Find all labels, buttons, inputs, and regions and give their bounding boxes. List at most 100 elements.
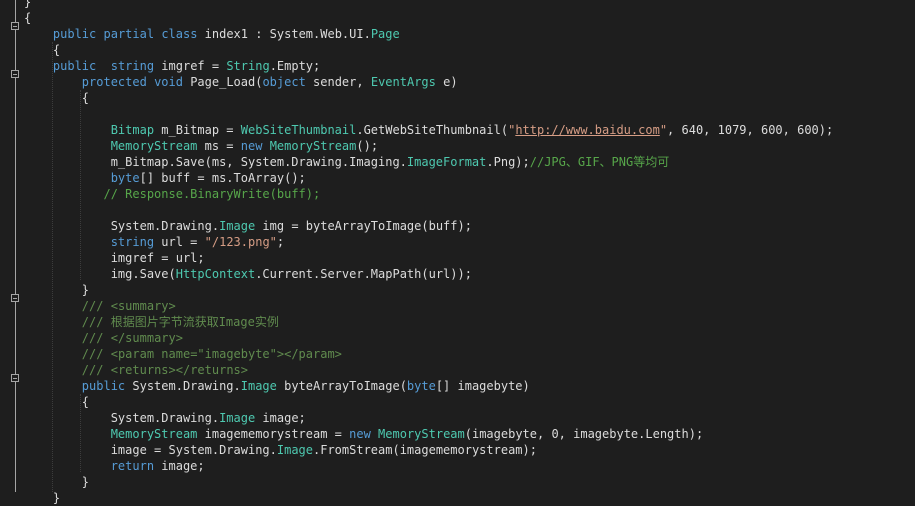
code-line: System.Drawing.Image img = byteArrayToIm… (24, 218, 915, 234)
brace: { (24, 395, 90, 409)
text: e) (435, 75, 458, 89)
brace: { (24, 11, 32, 25)
text: img.Save( (24, 267, 176, 281)
keyword: new (349, 427, 371, 441)
code-line: /// <summary> (24, 298, 915, 314)
code-line: m_Bitmap.Save(ms, System.Drawing.Imaging… (24, 154, 915, 170)
keyword: public (81, 379, 126, 393)
keyword: protected (81, 75, 147, 89)
code-editor[interactable]: } { public partial class index1 : System… (0, 0, 915, 505)
text: System.Drawing. (24, 219, 220, 233)
text: imgref = url; (24, 251, 205, 265)
keyword: partial (103, 27, 155, 41)
code-line: { (24, 394, 915, 410)
collapse-icon[interactable] (11, 22, 19, 30)
text (96, 59, 110, 73)
text: m_Bitmap.Save(ms, System.Drawing.Imaging… (24, 155, 407, 169)
type-name: Image (219, 219, 256, 233)
doc-comment-marker: /// (81, 363, 104, 377)
code-line: { (24, 10, 915, 26)
code-line: { (24, 42, 915, 58)
keyword: class (161, 27, 198, 41)
doc-comment-tag: </summary> (110, 331, 183, 345)
doc-comment-marker: /// (81, 331, 104, 345)
brace: } (24, 283, 90, 297)
comment: // Response.BinaryWrite(buff); (103, 187, 321, 201)
collapse-icon[interactable] (11, 374, 19, 382)
code-line: } (24, 474, 915, 490)
text: .FromStream(imagememorystream); (313, 443, 537, 457)
string-quote: " (659, 123, 668, 137)
doc-comment-tag: <returns></returns> (110, 363, 248, 377)
text: image; (255, 411, 306, 425)
doc-comment-marker: /// (81, 347, 104, 361)
code-line: imgref = url; (24, 250, 915, 266)
text: image; (154, 459, 205, 473)
text: Page_Load( (182, 75, 263, 89)
type-name: String (226, 59, 270, 73)
brace: } (24, 491, 61, 505)
code-line: string url = "/123.png"; (24, 234, 915, 250)
collapse-icon[interactable] (11, 294, 19, 302)
text: .GetWebSiteThumbnail( (356, 123, 509, 137)
text: imgref = (154, 59, 227, 73)
code-line: /// <param name="imagebyte"></param> (24, 346, 915, 362)
comment: //JPG、GIF、PNG等均可 (529, 155, 670, 169)
text: (); (356, 139, 379, 153)
type-name: WebSiteThumbnail (240, 123, 357, 137)
text: image = System.Drawing. (24, 443, 277, 457)
keyword: string (110, 59, 155, 73)
keyword: new (240, 139, 263, 153)
code-line: protected void Page_Load(object sender, … (24, 74, 915, 90)
type-name: Page (370, 27, 400, 41)
text: (imagebyte, 0, imagebyte.Length); (464, 427, 704, 441)
string-literal: "/123.png" (204, 235, 277, 249)
text: ; (276, 235, 285, 249)
text: m_Bitmap = (154, 123, 241, 137)
keyword: return (110, 459, 155, 473)
doc-comment (103, 299, 110, 313)
editor-gutter (0, 0, 22, 492)
type-name: Image (219, 411, 256, 425)
code-line: img.Save(HttpContext.Current.Server.MapP… (24, 266, 915, 282)
doc-comment-tag: <param name="imagebyte"></param> (110, 347, 342, 361)
text (262, 139, 269, 153)
code-line: } (24, 282, 915, 298)
type-name: Bitmap (110, 123, 155, 137)
code-line: MemoryStream imagememorystream = new Mem… (24, 426, 915, 442)
text: .Empty; (269, 59, 321, 73)
text: index1 : System.Web.UI. (197, 27, 371, 41)
text: [] imagebyte) (435, 379, 530, 393)
text: [] buff = ms.ToArray(); (139, 171, 306, 185)
collapse-icon[interactable] (11, 70, 19, 78)
code-line: public System.Drawing.Image byteArrayToI… (24, 378, 915, 394)
text: System.Drawing. (24, 411, 220, 425)
text: url = (154, 235, 205, 249)
keyword: void (154, 75, 183, 89)
url-link[interactable]: http://www.baidu.com (515, 123, 660, 137)
code-text[interactable]: } { public partial class index1 : System… (24, 0, 915, 506)
text: img = byteArrayToImage(buff); (255, 219, 472, 233)
text: .Current.Server.MapPath(url)); (255, 267, 472, 281)
text (147, 75, 154, 89)
type-name: Image (240, 379, 277, 393)
keyword: public (52, 59, 97, 73)
code-line: /// <returns></returns> (24, 362, 915, 378)
code-line: } (24, 0, 915, 10)
brace: { (24, 91, 90, 105)
type-name: EventArgs (370, 75, 436, 89)
